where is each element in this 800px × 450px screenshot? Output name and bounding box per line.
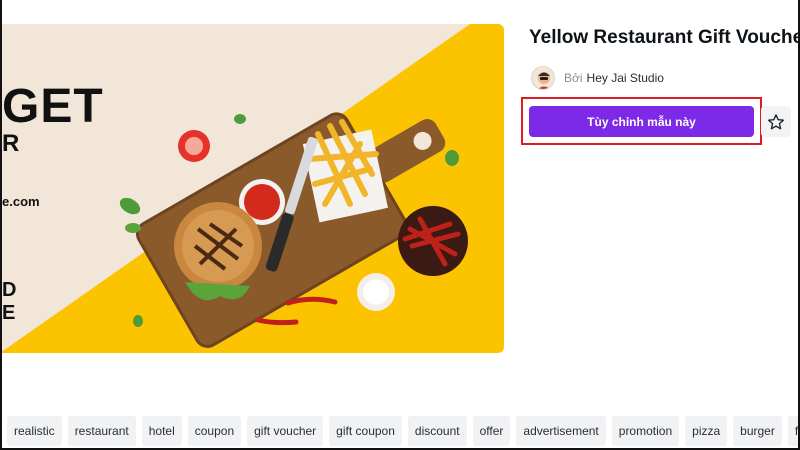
tag-chip[interactable]: advertisement [516, 416, 606, 446]
tag-chip[interactable]: discount [407, 416, 467, 446]
voucher-subline: R [2, 130, 20, 157]
template-preview[interactable]: GET R e.com D E [0, 24, 504, 353]
tag-chip[interactable]: coupon [187, 416, 242, 446]
basil-leaf [125, 223, 141, 233]
basil-leaf [445, 150, 459, 166]
voucher-headline: GET [2, 80, 104, 133]
basil-leaf [234, 114, 246, 124]
tag-chip[interactable]: realistic [7, 416, 62, 446]
author-name[interactable]: Hey Jai Studio [587, 71, 664, 85]
voucher-side-glyph: D [2, 279, 17, 301]
author-avatar[interactable] [531, 66, 555, 90]
food-illustration [0, 24, 504, 353]
tag-chip[interactable]: pizza [685, 416, 728, 446]
chili-pepper [255, 317, 299, 326]
voucher-url: e.com [2, 194, 40, 209]
customize-template-button[interactable]: Tùy chỉnh mẫu này [529, 106, 754, 137]
star-icon [767, 113, 785, 129]
tag-chip[interactable]: offer [472, 416, 511, 446]
author-row[interactable]: Bởi Hey Jai Studio [531, 66, 664, 90]
basil-leaf [133, 315, 143, 327]
tag-list: realistic restaurant hotel coupon gift v… [7, 416, 800, 446]
voucher-side-glyph: E [2, 302, 16, 324]
tag-chip[interactable]: burger [733, 416, 782, 446]
template-title: Yellow Restaurant Gift Voucher [529, 27, 800, 48]
tag-chip[interactable]: restaurant [67, 416, 136, 446]
tag-chip[interactable]: promotion [611, 416, 680, 446]
author-text: Bởi Hey Jai Studio [564, 71, 664, 85]
basil-leaf [119, 197, 141, 215]
tag-chip[interactable]: hotel [141, 416, 182, 446]
favorite-button[interactable] [761, 106, 791, 137]
tag-chip[interactable]: gift voucher [247, 416, 324, 446]
tag-chip[interactable]: gift coupon [329, 416, 402, 446]
tag-chip[interactable]: french [787, 416, 800, 446]
by-label: Bởi [564, 71, 583, 85]
